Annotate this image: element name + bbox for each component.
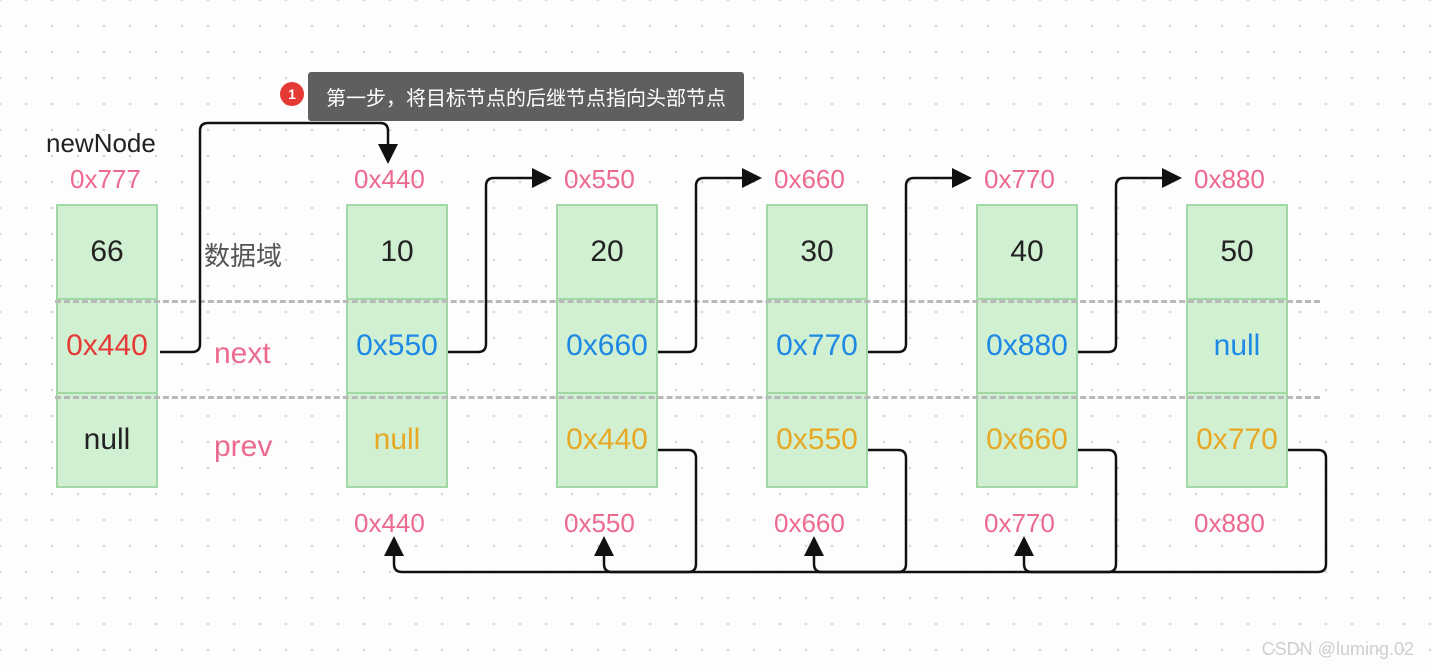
new-node-label: newNode [46, 128, 156, 159]
node-3-addr-bot: 0x770 [984, 508, 1055, 539]
node-3-prev: 0x660 [978, 394, 1076, 486]
node-2-addr-top: 0x660 [774, 164, 845, 195]
node-3-addr-top: 0x770 [984, 164, 1055, 195]
dashed-line-2 [55, 396, 1320, 399]
new-node-prev: null [58, 394, 156, 486]
row-label-data: 数据域 [204, 236, 282, 273]
node-0-data: 10 [348, 206, 446, 300]
new-node-next: 0x440 [58, 300, 156, 394]
node-0-addr-bot: 0x440 [354, 508, 425, 539]
node-1-prev: 0x440 [558, 394, 656, 486]
step-tooltip: 第一步，将目标节点的后继节点指向头部节点 [308, 72, 744, 121]
dashed-line-1 [55, 300, 1320, 303]
node-1-next: 0x660 [558, 300, 656, 394]
node-4-addr-top: 0x880 [1194, 164, 1265, 195]
node-2-data: 30 [768, 206, 866, 300]
node-1: 20 0x660 0x440 [556, 204, 658, 488]
node-3-data: 40 [978, 206, 1076, 300]
node-0-prev: null [348, 394, 446, 486]
node-3-next: 0x880 [978, 300, 1076, 394]
node-4-data: 50 [1188, 206, 1286, 300]
node-4: 50 null 0x770 [1186, 204, 1288, 488]
node-4-prev: 0x770 [1188, 394, 1286, 486]
node-1-addr-bot: 0x550 [564, 508, 635, 539]
node-2-addr-bot: 0x660 [774, 508, 845, 539]
node-0-addr-top: 0x440 [354, 164, 425, 195]
new-node-addr: 0x777 [70, 164, 141, 195]
node-1-addr-top: 0x550 [564, 164, 635, 195]
row-label-prev: prev [214, 430, 272, 464]
node-3: 40 0x880 0x660 [976, 204, 1078, 488]
step-badge: 1 [280, 82, 304, 106]
node-4-next: null [1188, 300, 1286, 394]
node-1-data: 20 [558, 206, 656, 300]
new-node: 66 0x440 null [56, 204, 158, 488]
node-2-prev: 0x550 [768, 394, 866, 486]
row-label-next: next [214, 337, 271, 371]
node-2: 30 0x770 0x550 [766, 204, 868, 488]
watermark: CSDN @luming.02 [1262, 639, 1414, 660]
new-node-data: 66 [58, 206, 156, 300]
node-0-next: 0x550 [348, 300, 446, 394]
node-2-next: 0x770 [768, 300, 866, 394]
node-0: 10 0x550 null [346, 204, 448, 488]
diagram-canvas: { "step": {"num":"1","text":"第一步，将目标节点的后… [0, 0, 1432, 672]
node-4-addr-bot: 0x880 [1194, 508, 1265, 539]
